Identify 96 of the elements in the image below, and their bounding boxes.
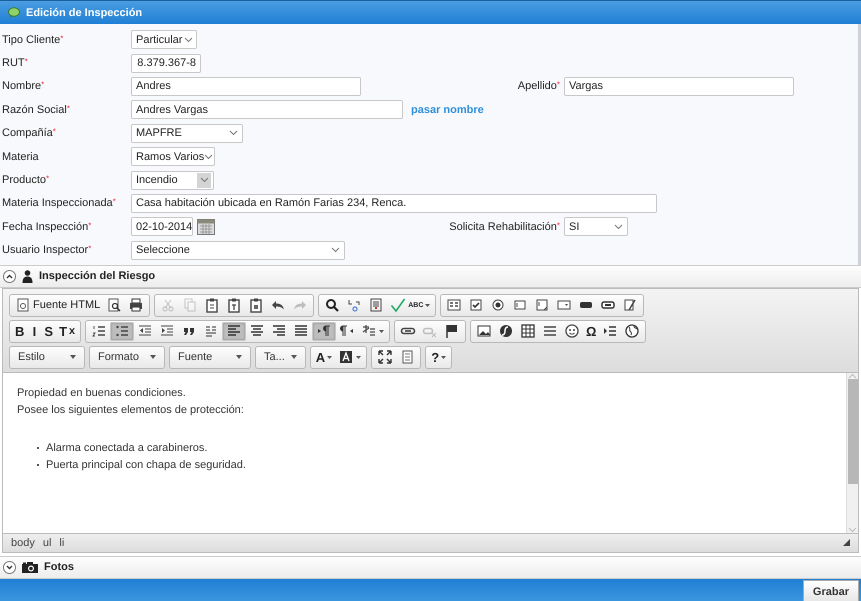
toolbar-button[interactable]: Fuente HTML (12, 296, 104, 315)
text-field[interactable]: Andres Vargas (131, 100, 403, 120)
field-label: Usuario Inspector* (2, 244, 92, 256)
camera-icon (22, 561, 38, 574)
list-item: Puerta principal con chapa de seguridad. (46, 458, 246, 471)
hidden-field-icon (622, 297, 638, 314)
field-label: Razón Social* (2, 104, 71, 116)
highlight-color-icon (338, 349, 354, 366)
element-path-item[interactable]: li (59, 536, 64, 549)
calendar-icon[interactable] (197, 218, 215, 235)
caret-icon (150, 355, 156, 360)
radio-field-icon (490, 297, 506, 314)
caret-icon (441, 356, 446, 359)
element-path-item[interactable]: ul (42, 536, 52, 549)
element-path-item[interactable]: body (11, 536, 35, 549)
caret-icon (290, 355, 297, 360)
section-header[interactable]: Fotos (0, 556, 861, 579)
collapse-icon[interactable] (3, 270, 16, 283)
resize-grip-icon[interactable] (843, 539, 850, 546)
toolbar-button[interactable] (312, 322, 336, 341)
paragraph: Posee los siguientes elementos de protección: (17, 404, 245, 416)
chevron-down-icon (330, 247, 340, 254)
copy-icon (182, 297, 198, 314)
print-icon (128, 297, 144, 314)
field-label: Tipo Cliente* (2, 34, 64, 46)
section-header[interactable]: Inspección del Riesgo (0, 264, 861, 288)
paste-text-icon (226, 297, 242, 314)
window-title: Edición de Inspección (26, 6, 142, 18)
caret-icon (425, 304, 430, 307)
field-label: Solicita Rehabilitación* (448, 220, 561, 233)
table-icon (520, 323, 536, 340)
caret-icon (236, 355, 242, 360)
caret-icon (356, 356, 362, 359)
flash-icon (498, 323, 514, 340)
chevron-down-icon (204, 154, 214, 160)
text-field[interactable]: Andres (131, 76, 361, 96)
dropdown[interactable]: Particular (131, 30, 197, 50)
field-label: Compañía* (2, 127, 57, 140)
dropdown[interactable]: Ramos Varios (131, 147, 215, 166)
list-item: Alarma conectada a carabineros. (46, 442, 208, 454)
chevron-down-icon (184, 36, 193, 43)
toolbar-button[interactable]: I (27, 322, 42, 341)
dropdown[interactable]: SI (564, 217, 628, 236)
cut-icon (160, 297, 176, 314)
expand-icon[interactable] (3, 560, 16, 574)
paragraph: Propiedad en buenas condiciones. (17, 386, 187, 399)
caret-icon (70, 355, 76, 360)
field-label: Producto* (2, 174, 50, 186)
search-icon (324, 297, 340, 314)
toolbar-button[interactable]: A (312, 348, 336, 367)
dropdown[interactable]: MAPFRE (131, 124, 243, 143)
toolbar-button[interactable]: S (41, 322, 56, 341)
chevron-down-icon (228, 130, 238, 136)
toolbar-button[interactable]: ? (428, 348, 450, 367)
toolbar-button[interactable]: B (12, 322, 28, 341)
dropdown[interactable]: Incendio (131, 170, 214, 190)
paste-word-icon (248, 297, 264, 314)
dropdown[interactable]: Seleccione (131, 240, 345, 260)
toolbar-button[interactable] (222, 322, 246, 341)
spellcheck-icon (390, 297, 406, 314)
format-dropdown[interactable]: Ta... (258, 346, 303, 368)
chevron-down-icon (200, 177, 208, 184)
date-field[interactable]: 02-10-2014 (131, 217, 193, 236)
format-dropdown[interactable]: Fuente (172, 346, 248, 368)
text-field[interactable]: 8.379.367-8 (131, 54, 201, 73)
field-label: RUT* (2, 57, 29, 70)
text-field[interactable]: Vargas (564, 76, 794, 96)
field-label: Materia Inspeccionada* (2, 197, 117, 210)
preview-icon (106, 297, 122, 314)
caret-icon (327, 356, 332, 359)
toolbar-button[interactable]: Ω (583, 322, 600, 341)
checkbox-icon (468, 297, 484, 314)
source-icon (15, 297, 31, 314)
field-label: Fecha Inspección* (2, 220, 92, 233)
maximize-icon (377, 349, 394, 366)
text-field[interactable]: Casa habitación ubicada en Ramón Farias 234, Renca. (131, 194, 657, 213)
format-dropdown[interactable]: Formato (92, 346, 162, 368)
smiley-icon (564, 323, 580, 340)
save-button[interactable]: Grabar (802, 580, 859, 601)
form-icon (446, 297, 462, 314)
image-icon (476, 323, 492, 340)
person-icon (22, 270, 33, 283)
speech-bubble-icon (8, 7, 20, 18)
chevron-down-icon (614, 224, 622, 230)
field-label: Nombre* (2, 80, 46, 92)
caret-icon (379, 330, 384, 333)
replace-icon (346, 297, 362, 314)
paste-icon (204, 297, 220, 314)
field-label: Apellido* (516, 80, 561, 92)
select-all-icon (368, 297, 384, 314)
toolbar-button[interactable] (110, 322, 134, 341)
text-area-icon (534, 297, 550, 314)
globe-icon (624, 323, 640, 340)
format-dropdown[interactable]: Estilo (12, 346, 82, 368)
numbered-list-icon (91, 323, 108, 340)
field-label: Materia (2, 150, 40, 163)
